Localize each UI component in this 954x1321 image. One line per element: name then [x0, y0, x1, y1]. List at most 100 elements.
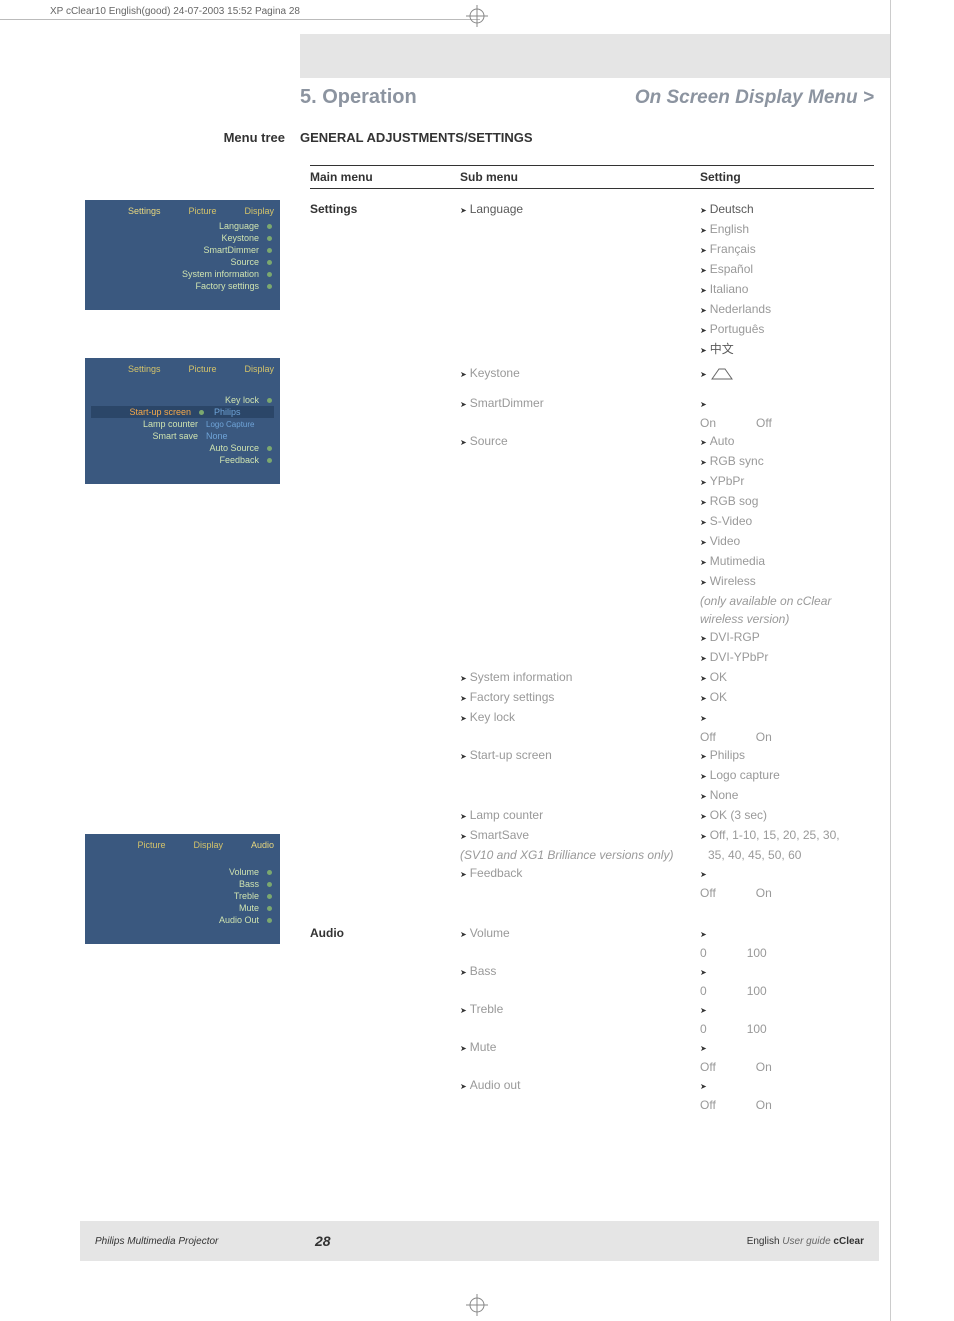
footer-page-number: 28 — [315, 1233, 331, 1249]
set-source: DVI-RGP — [690, 628, 874, 648]
ss-item: Bass — [91, 879, 259, 889]
sub-keystone: Keystone — [460, 364, 690, 384]
set-startup: Philips — [690, 746, 874, 766]
keystone-icon — [690, 364, 874, 384]
osd-screenshot-audio: Picture Display Audio Volume Bass Treble M… — [85, 834, 280, 944]
ss-item: Source — [91, 257, 259, 267]
col-setting-label: Setting — [690, 170, 874, 184]
set-source: Wireless — [690, 572, 874, 592]
sub-source: Source — [460, 432, 690, 452]
ss-tab: Display — [244, 206, 274, 216]
main-settings: Settings — [310, 200, 460, 218]
set-zero: 0 — [700, 944, 707, 962]
set-ok: OK — [690, 668, 874, 688]
sub-language: Language — [460, 200, 690, 220]
set-startup: None — [690, 786, 874, 806]
ss-item: Volume — [91, 867, 259, 877]
ss-opt: Philips — [214, 407, 274, 417]
ss-item: Auto Source — [91, 443, 259, 453]
sub-startup: Start-up screen — [460, 746, 690, 766]
registration-mark-top — [466, 5, 488, 27]
sub-audioout: Audio out — [460, 1076, 690, 1096]
ss-tab: Display — [244, 364, 274, 374]
ss-item: Factory settings — [91, 281, 259, 291]
sub-treble: Treble — [460, 1000, 690, 1020]
ss-tab: Settings — [128, 206, 161, 216]
menu-tree: SettingsLanguageDeutsch English Français… — [310, 200, 874, 1114]
section-title: GENERAL ADJUSTMENTS/SETTINGS — [300, 130, 533, 145]
sub-sysinfo: System information — [460, 668, 690, 688]
set-smartsave2: 35, 40, 45, 50, 60 — [690, 846, 874, 864]
footer-guide: User guide — [782, 1236, 833, 1247]
ss-item: Smart save — [91, 431, 198, 441]
sub-lamp: Lamp counter — [460, 806, 690, 826]
footer-lang: English — [747, 1236, 783, 1247]
columns-header: Main menu Sub menu Setting — [310, 165, 874, 189]
set-lamp: OK (3 sec) — [690, 806, 874, 826]
set-startup: Logo capture — [690, 766, 874, 786]
ss-tab: Audio — [251, 840, 274, 850]
sub-smartdimmer: SmartDimmer — [460, 394, 690, 414]
set-lang: Deutsch — [690, 200, 874, 220]
side-label-menutree: Menu tree — [80, 130, 300, 145]
footer-product: cClear — [833, 1236, 864, 1247]
ss-item: Language — [91, 221, 259, 231]
set-source: Auto — [690, 432, 874, 452]
osd-screenshot-settings: SettingsPictureDisplay Language Keystone… — [85, 200, 280, 310]
set-source: RGB sync — [690, 452, 874, 472]
set-off: Off — [700, 728, 716, 746]
set-source: Mutimedia — [690, 552, 874, 572]
chapter-heading: 5. Operation On Screen Display Menu > — [300, 86, 874, 109]
page-edge-rule — [890, 0, 891, 1321]
sub-mute: Mute — [460, 1038, 690, 1058]
sub-volume: Volume — [460, 924, 690, 944]
chapter-number: 5. Operation — [300, 86, 417, 109]
set-on: On — [700, 414, 716, 432]
sub-factory: Factory settings — [460, 688, 690, 708]
wireless-note: (only available on cClear — [690, 592, 874, 610]
sub-feedback: Feedback — [460, 864, 690, 884]
footer-right: English User guide cClear — [747, 1236, 864, 1247]
set-hundred: 100 — [747, 1020, 767, 1038]
set-lang: 中文 — [690, 340, 874, 360]
ss-item: Lamp counter — [91, 419, 198, 429]
set-lang: Français — [690, 240, 874, 260]
set-on: On — [756, 884, 772, 902]
set-smartsave: Off, 1-10, 15, 20, 25, 30, — [690, 826, 874, 846]
set-hundred: 100 — [747, 982, 767, 1000]
set-on: On — [756, 1096, 772, 1114]
ss-tab: Settings — [128, 364, 161, 374]
set-off: Off — [756, 414, 772, 432]
ss-item: Audio Out — [91, 915, 259, 925]
ss-tab: Picture — [137, 840, 165, 850]
col-sub-label: Sub menu — [460, 170, 690, 184]
set-off: Off — [700, 884, 716, 902]
sub-bass: Bass — [460, 962, 690, 982]
set-lang: Italiano — [690, 280, 874, 300]
set-zero: 0 — [700, 1020, 707, 1038]
set-lang: Português — [690, 320, 874, 340]
ss-item: Mute — [91, 903, 259, 913]
set-source: Video — [690, 532, 874, 552]
set-off: Off — [700, 1096, 716, 1114]
sub-smartsave: SmartSave — [460, 826, 690, 846]
osd-screenshot-startup: SettingsPictureDisplay Key lock Start-up… — [85, 358, 280, 484]
ss-item: Start-up screen — [91, 407, 191, 417]
print-header: XP cClear10 English(good) 24-07-2003 15:… — [0, 0, 480, 20]
ss-tab: Display — [193, 840, 223, 850]
smartsave-note: (SV10 and XG1 Brilliance versions only) — [460, 846, 690, 864]
set-source: RGB sog — [690, 492, 874, 512]
chapter-title: On Screen Display Menu > — [635, 87, 874, 109]
header-band — [300, 34, 890, 78]
set-lang: English — [690, 220, 874, 240]
set-lang: Español — [690, 260, 874, 280]
registration-mark-bottom — [466, 1294, 488, 1316]
set-lang: Nederlands — [690, 300, 874, 320]
set-hundred: 100 — [747, 944, 767, 962]
set-ok: OK — [690, 688, 874, 708]
set-off: Off — [700, 1058, 716, 1076]
col-main-label: Main menu — [310, 170, 460, 184]
ss-item: Treble — [91, 891, 259, 901]
ss-tab: Picture — [188, 206, 216, 216]
set-source: S-Video — [690, 512, 874, 532]
